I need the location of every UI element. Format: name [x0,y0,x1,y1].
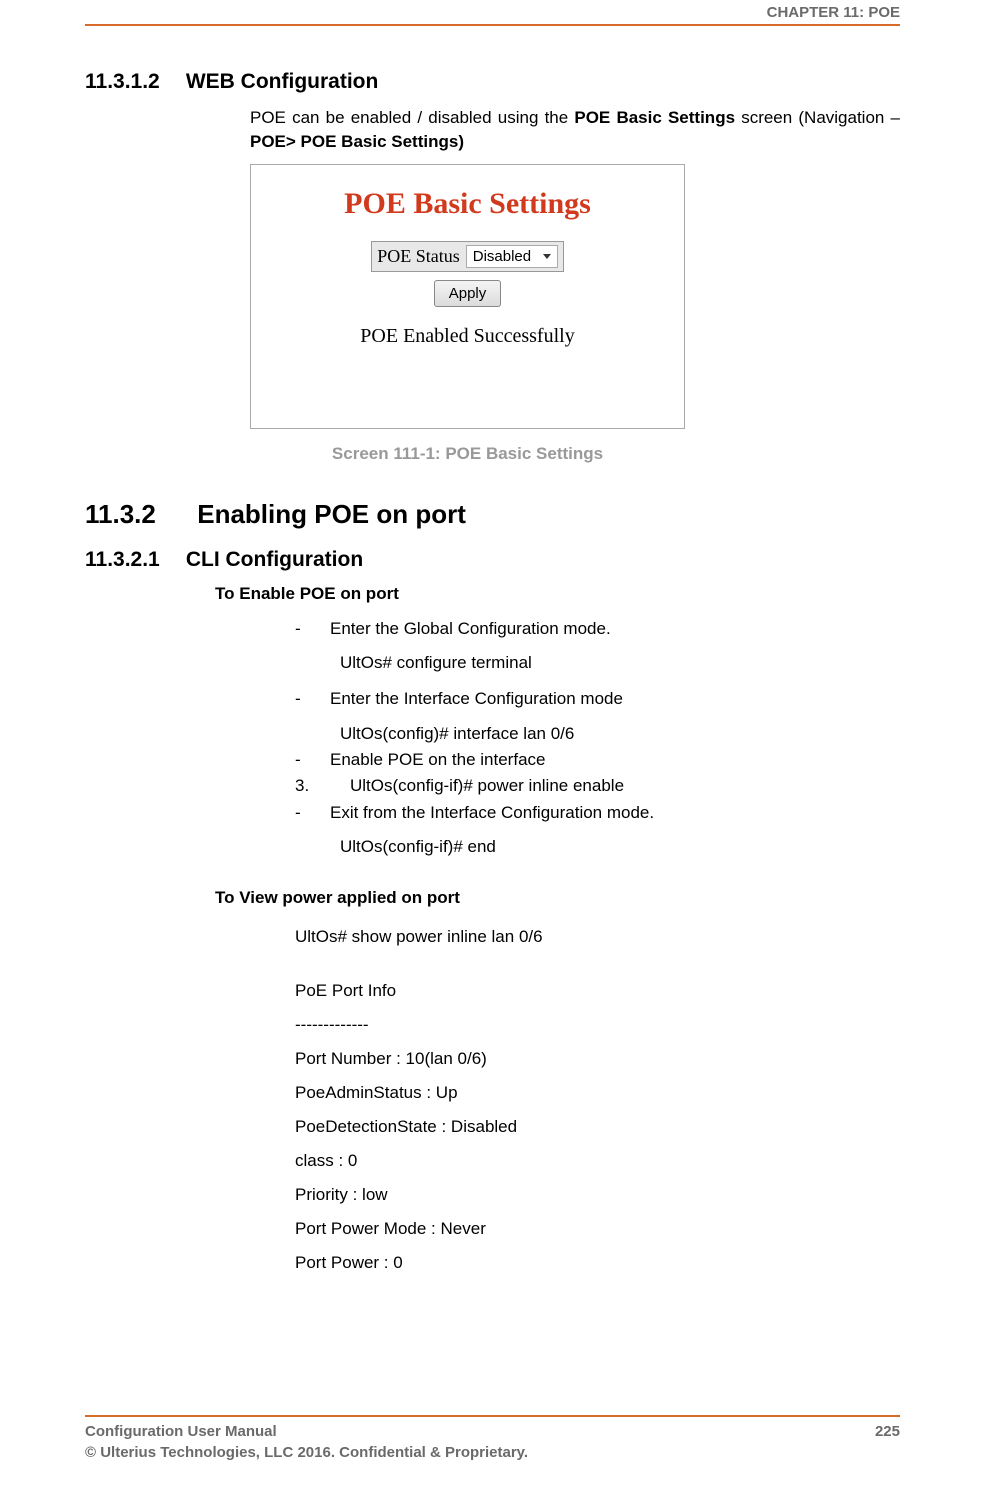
poe-status-label: POE Status [377,246,460,267]
output-line: Port Number : 10(lan 0/6) [295,1042,900,1076]
number-bullet: 3. [295,773,330,799]
poe-status-value: Disabled [473,248,531,265]
heading-number: 11.3.2 [85,499,190,530]
cli-command: UltOs# show power inline lan 0/6 [295,920,900,954]
heading-text: CLI Configuration [186,548,363,571]
cli-command: UltOs# configure terminal [340,650,900,676]
footer-doc-title: Configuration User Manual [85,1421,528,1442]
figure-title: POE Basic Settings [251,187,684,221]
enable-steps: - Enter the Global Configuration mode. U… [295,616,900,861]
page-content: 11.3.1.2 WEB Configuration POE can be en… [85,55,900,1395]
footer-copyright: © Ulterius Technologies, LLC 2016. Confi… [85,1442,528,1463]
poe-status-select[interactable]: Disabled [466,245,558,268]
heading-number: 11.3.1.2 [85,70,180,94]
list-item: - Enable POE on the interface [295,747,900,773]
output-line: ------------- [295,1008,900,1042]
status-row: POE Status Disabled [371,241,564,272]
dash-bullet: - [295,800,330,826]
apply-button[interactable]: Apply [434,280,502,307]
page-footer: Configuration User Manual © Ulterius Tec… [85,1421,900,1463]
list-item: 3. UltOs(config-if)# power inline enable [295,773,900,799]
page-number: 225 [875,1421,900,1442]
list-item: - Exit from the Interface Configuration … [295,800,900,826]
output-line: Priority : low [295,1178,900,1212]
heading-enabling-poe: 11.3.2 Enabling POE on port [85,499,900,530]
figure-poe-basic-settings: POE Basic Settings POE Status Disabled A… [250,164,685,429]
footer-left: Configuration User Manual © Ulterius Tec… [85,1421,528,1463]
output-line: Port Power Mode : Never [295,1212,900,1246]
subhead-enable-poe: To Enable POE on port [215,584,900,604]
cli-command: UltOs(config-if)# power inline enable [350,773,624,799]
output-line: PoeDetectionState : Disabled [295,1110,900,1144]
intro-paragraph: POE can be enabled / disabled using the … [250,106,900,154]
chapter-label: CHAPTER 11: POE [767,4,900,21]
output-line: Port Power : 0 [295,1246,900,1280]
list-item: - Enter the Interface Configuration mode [295,686,900,712]
dash-bullet: - [295,747,330,773]
heading-text: WEB Configuration [186,70,378,93]
output-line: class : 0 [295,1144,900,1178]
header-rule [85,24,900,26]
figure-controls: POE Status Disabled Apply [251,241,684,307]
view-output: UltOs# show power inline lan 0/6 PoE Por… [295,920,900,1280]
footer-rule [85,1415,900,1417]
dash-bullet: - [295,616,330,642]
heading-web-config: 11.3.1.2 WEB Configuration [85,70,900,94]
heading-text: Enabling POE on port [197,499,466,529]
heading-cli-config: 11.3.2.1 CLI Configuration [85,548,900,572]
chevron-down-icon [543,254,551,259]
figure-caption: Screen 111-1: POE Basic Settings [250,444,685,464]
subhead-view-power: To View power applied on port [215,888,900,908]
cli-command: UltOs(config-if)# end [340,834,900,860]
output-line: PoeAdminStatus : Up [295,1076,900,1110]
heading-number: 11.3.2.1 [85,548,180,572]
list-item: - Enter the Global Configuration mode. [295,616,900,642]
cli-command: UltOs(config)# interface lan 0/6 [340,721,900,747]
output-line: PoE Port Info [295,974,900,1008]
figure-status-message: POE Enabled Successfully [251,325,684,348]
dash-bullet: - [295,686,330,712]
